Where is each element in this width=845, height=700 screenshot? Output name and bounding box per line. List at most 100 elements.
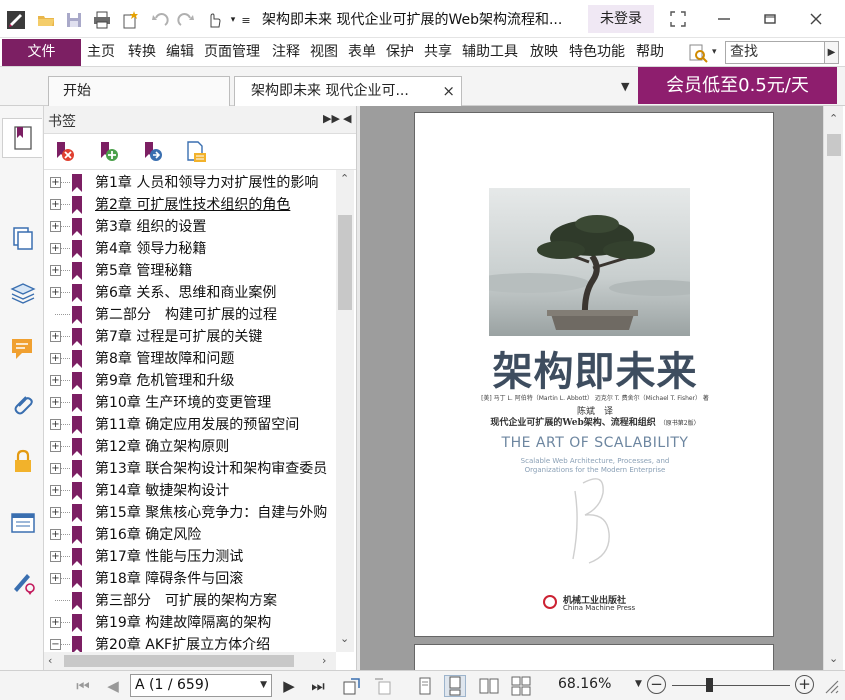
menu-page-manage[interactable]: 页面管理 (204, 38, 260, 67)
bookmark-item[interactable]: + 第16章 确定风险 (44, 524, 336, 546)
tab-document[interactable]: 架构即未来 现代企业可... × (234, 76, 462, 106)
security-lock-icon[interactable] (8, 446, 38, 476)
add-child-bookmark-icon[interactable] (140, 140, 164, 164)
bookmark-item[interactable]: + 第10章 生产环境的变更管理 (44, 392, 336, 414)
bookmark-panel-icon[interactable] (2, 118, 42, 158)
hand-tool-icon[interactable] (204, 10, 224, 30)
undo-icon[interactable] (150, 10, 170, 30)
expand-icon[interactable]: + (50, 221, 61, 232)
zoom-slider-track[interactable] (672, 685, 790, 686)
bookmark-hscroll-thumb[interactable] (64, 655, 294, 667)
menu-slideshow[interactable]: 放映 (530, 38, 558, 67)
expand-icon[interactable]: + (50, 265, 61, 276)
expand-icon[interactable]: + (50, 551, 61, 562)
expand-icon[interactable]: + (50, 419, 61, 430)
bookmark-item[interactable]: + 第8章 管理故障和问题 (44, 348, 336, 370)
expand-icon[interactable]: + (50, 375, 61, 386)
find-icon[interactable] (688, 42, 710, 64)
save-icon[interactable] (64, 10, 84, 30)
search-input[interactable]: 查找 (725, 41, 825, 64)
expand-icon[interactable]: + (50, 199, 61, 210)
bookmark-item[interactable]: + 第14章 敏捷架构设计 (44, 480, 336, 502)
menu-convert[interactable]: 转换 (128, 38, 156, 67)
menu-home[interactable]: 主页 (87, 38, 115, 67)
bookmark-item[interactable]: + 第3章 组织的设置 (44, 216, 336, 238)
menu-file[interactable]: 文件 (2, 39, 81, 66)
menu-edit[interactable]: 编辑 (166, 38, 194, 67)
restore-icon[interactable] (760, 9, 780, 29)
previous-page-icon[interactable]: ◀ (102, 675, 124, 697)
menu-annotate[interactable]: 注释 (272, 38, 300, 67)
bookmark-item[interactable]: + 第2章 可扩展性技术组织的角色 (44, 194, 336, 216)
open-folder-icon[interactable] (36, 10, 56, 30)
bookmark-item[interactable]: + 第18章 障碍条件与回滚 (44, 568, 336, 590)
app-logo-icon[interactable] (6, 10, 26, 30)
next-page-icon[interactable]: ▶ (278, 675, 300, 697)
resize-grip-icon[interactable] (822, 677, 840, 695)
next-view-icon[interactable] (372, 675, 394, 697)
scroll-right-icon[interactable]: › (322, 654, 326, 667)
bookmark-horizontal-scrollbar[interactable]: ‹ › (44, 652, 336, 670)
comments-icon[interactable] (8, 334, 38, 364)
menu-accessibility[interactable]: 辅助工具 (462, 38, 518, 67)
page-dropdown-icon[interactable]: ▼ (260, 675, 267, 696)
document-view[interactable]: 架构即未来 [美] 马丁 L. 阿伯特（Martin L. Abbott） 迈克… (360, 106, 823, 670)
bookmark-item[interactable]: 第二部分 构建可扩展的过程 (44, 304, 336, 326)
menu-form[interactable]: 表单 (348, 38, 376, 67)
zoom-dropdown-icon[interactable]: ▼ (635, 679, 642, 689)
document-scroll-thumb[interactable] (827, 134, 841, 156)
scroll-up-icon[interactable]: ⌃ (340, 172, 349, 185)
tab-start[interactable]: 开始 (48, 76, 230, 106)
continuous-facing-view-icon[interactable] (510, 675, 532, 697)
bookmark-properties-icon[interactable] (184, 140, 208, 164)
minimize-icon[interactable] (714, 9, 734, 29)
bookmark-item[interactable]: + 第1章 人员和领导力对扩展性的影响 (44, 172, 336, 194)
page-number-input[interactable]: A (1 / 659) ▼ (130, 674, 272, 697)
print-icon[interactable] (92, 10, 112, 30)
customize-icon[interactable]: ≡ (240, 10, 252, 30)
previous-view-icon[interactable] (340, 675, 362, 697)
bookmark-item[interactable]: + 第6章 关系、思维和商业案例 (44, 282, 336, 304)
last-page-icon[interactable]: ⏭ (307, 675, 329, 697)
bookmark-item[interactable]: + 第17章 性能与压力测试 (44, 546, 336, 568)
bookmark-item[interactable]: 第三部分 可扩展的架构方案 (44, 590, 336, 612)
bookmark-item[interactable]: + 第19章 构建故障隔离的架构 (44, 612, 336, 634)
menu-features[interactable]: 特色功能 (569, 38, 625, 67)
tab-list-dropdown-icon[interactable]: ▼ (621, 80, 629, 93)
tab-close-icon[interactable]: × (442, 77, 455, 105)
document-vertical-scrollbar[interactable]: ⌃ ⌄ (823, 106, 843, 670)
bookmark-item[interactable]: + 第11章 确定应用发展的预留空间 (44, 414, 336, 436)
menu-share[interactable]: 共享 (424, 38, 452, 67)
zoom-slider-thumb[interactable] (706, 678, 714, 692)
bookmark-item[interactable]: + 第13章 联合架构设计和架构审查委员 (44, 458, 336, 480)
layers-icon[interactable] (8, 278, 38, 308)
new-icon[interactable] (120, 10, 140, 30)
single-page-view-icon[interactable] (414, 675, 436, 697)
fullscreen-icon[interactable] (668, 9, 688, 29)
expand-icon[interactable]: + (50, 331, 61, 342)
find-dropdown-icon[interactable]: ▾ (712, 47, 717, 57)
thumbnails-icon[interactable] (8, 224, 38, 254)
doc-scroll-down-icon[interactable]: ⌄ (829, 652, 838, 665)
signature-icon[interactable] (8, 566, 38, 596)
expand-icon[interactable]: + (50, 507, 61, 518)
scroll-down-icon[interactable]: ⌄ (340, 632, 349, 645)
redo-icon[interactable] (176, 10, 196, 30)
menu-view[interactable]: 视图 (310, 38, 338, 67)
expand-icon[interactable]: + (50, 287, 61, 298)
expand-icon[interactable]: + (50, 353, 61, 364)
delete-bookmark-icon[interactable] (52, 140, 76, 164)
doc-scroll-up-icon[interactable]: ⌃ (829, 112, 838, 125)
expand-icon[interactable]: + (50, 573, 61, 584)
expand-icon[interactable]: + (50, 485, 61, 496)
first-page-icon[interactable]: ⏮ (72, 675, 94, 697)
form-fields-icon[interactable] (8, 508, 38, 538)
collapse-icon[interactable]: − (50, 639, 61, 650)
menu-protect[interactable]: 保护 (386, 38, 414, 67)
attachments-icon[interactable] (8, 390, 38, 420)
login-button[interactable]: 未登录 (588, 5, 654, 33)
expand-icon[interactable]: + (50, 529, 61, 540)
bookmark-item[interactable]: + 第5章 管理秘籍 (44, 260, 336, 282)
close-icon[interactable] (806, 9, 826, 29)
bookmark-item[interactable]: + 第9章 危机管理和升级 (44, 370, 336, 392)
